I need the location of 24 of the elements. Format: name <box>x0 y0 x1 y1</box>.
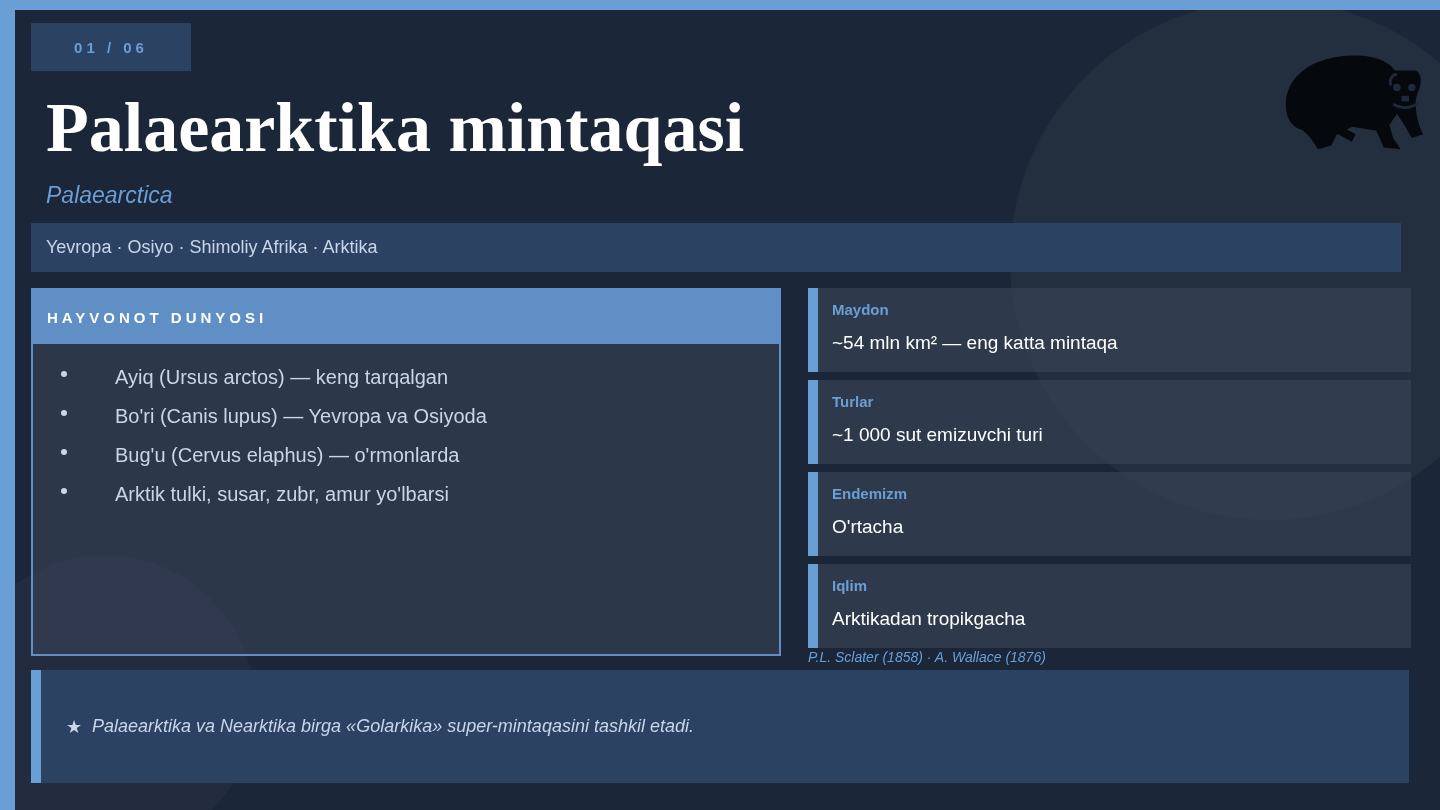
list-item: Ayiq (Ursus arctos) — keng tarqalgan <box>115 366 449 389</box>
bullet-icon <box>61 409 67 416</box>
fact-label: Turlar <box>832 393 875 410</box>
star-icon: ★ <box>66 715 82 738</box>
slide-counter: 01 / 06 <box>31 23 191 71</box>
fact-label: Maydon <box>832 301 890 318</box>
list-item: Bo'ri (Canis lupus) — Yevropa va Osiyoda <box>115 405 487 428</box>
bullet-icon <box>61 448 67 455</box>
bullet-icon <box>61 370 67 377</box>
list-item: Arktik tulki, susar, zubr, amur yo'lbarsi <box>115 483 449 506</box>
slide-subtitle: Palaearctica <box>46 182 174 209</box>
panel-heading: HAYVONOT DUNYOSI <box>33 290 779 344</box>
bullet-icon <box>61 487 67 494</box>
fact-label: Iqlim <box>832 577 868 594</box>
list-item: Bug'u (Cervus elaphus) — o'rmonlarda <box>115 444 460 467</box>
fact-value: O'rtacha <box>832 516 905 538</box>
fact-value: ~54 mln km² — eng katta mintaqa <box>832 332 1119 354</box>
fact-label: Endemizm <box>832 485 908 502</box>
slide-title: Palaearktika mintaqasi <box>46 88 745 168</box>
fact-value: Arktikadan tropikgacha <box>832 608 1027 630</box>
note-text: Palaearktika va Nearktika birga «Golarkika» super-mintaqasini tashkil etadi. <box>92 716 694 737</box>
source-note: P.L. Sclater (1858) · A. Wallace (1876) <box>808 649 1046 665</box>
regions-bar: Yevropa · Osiyo · Shimoliy Afrika · Arktika <box>31 223 1401 272</box>
fact-value: ~1 000 sut emizuvchi turi <box>832 424 1044 446</box>
